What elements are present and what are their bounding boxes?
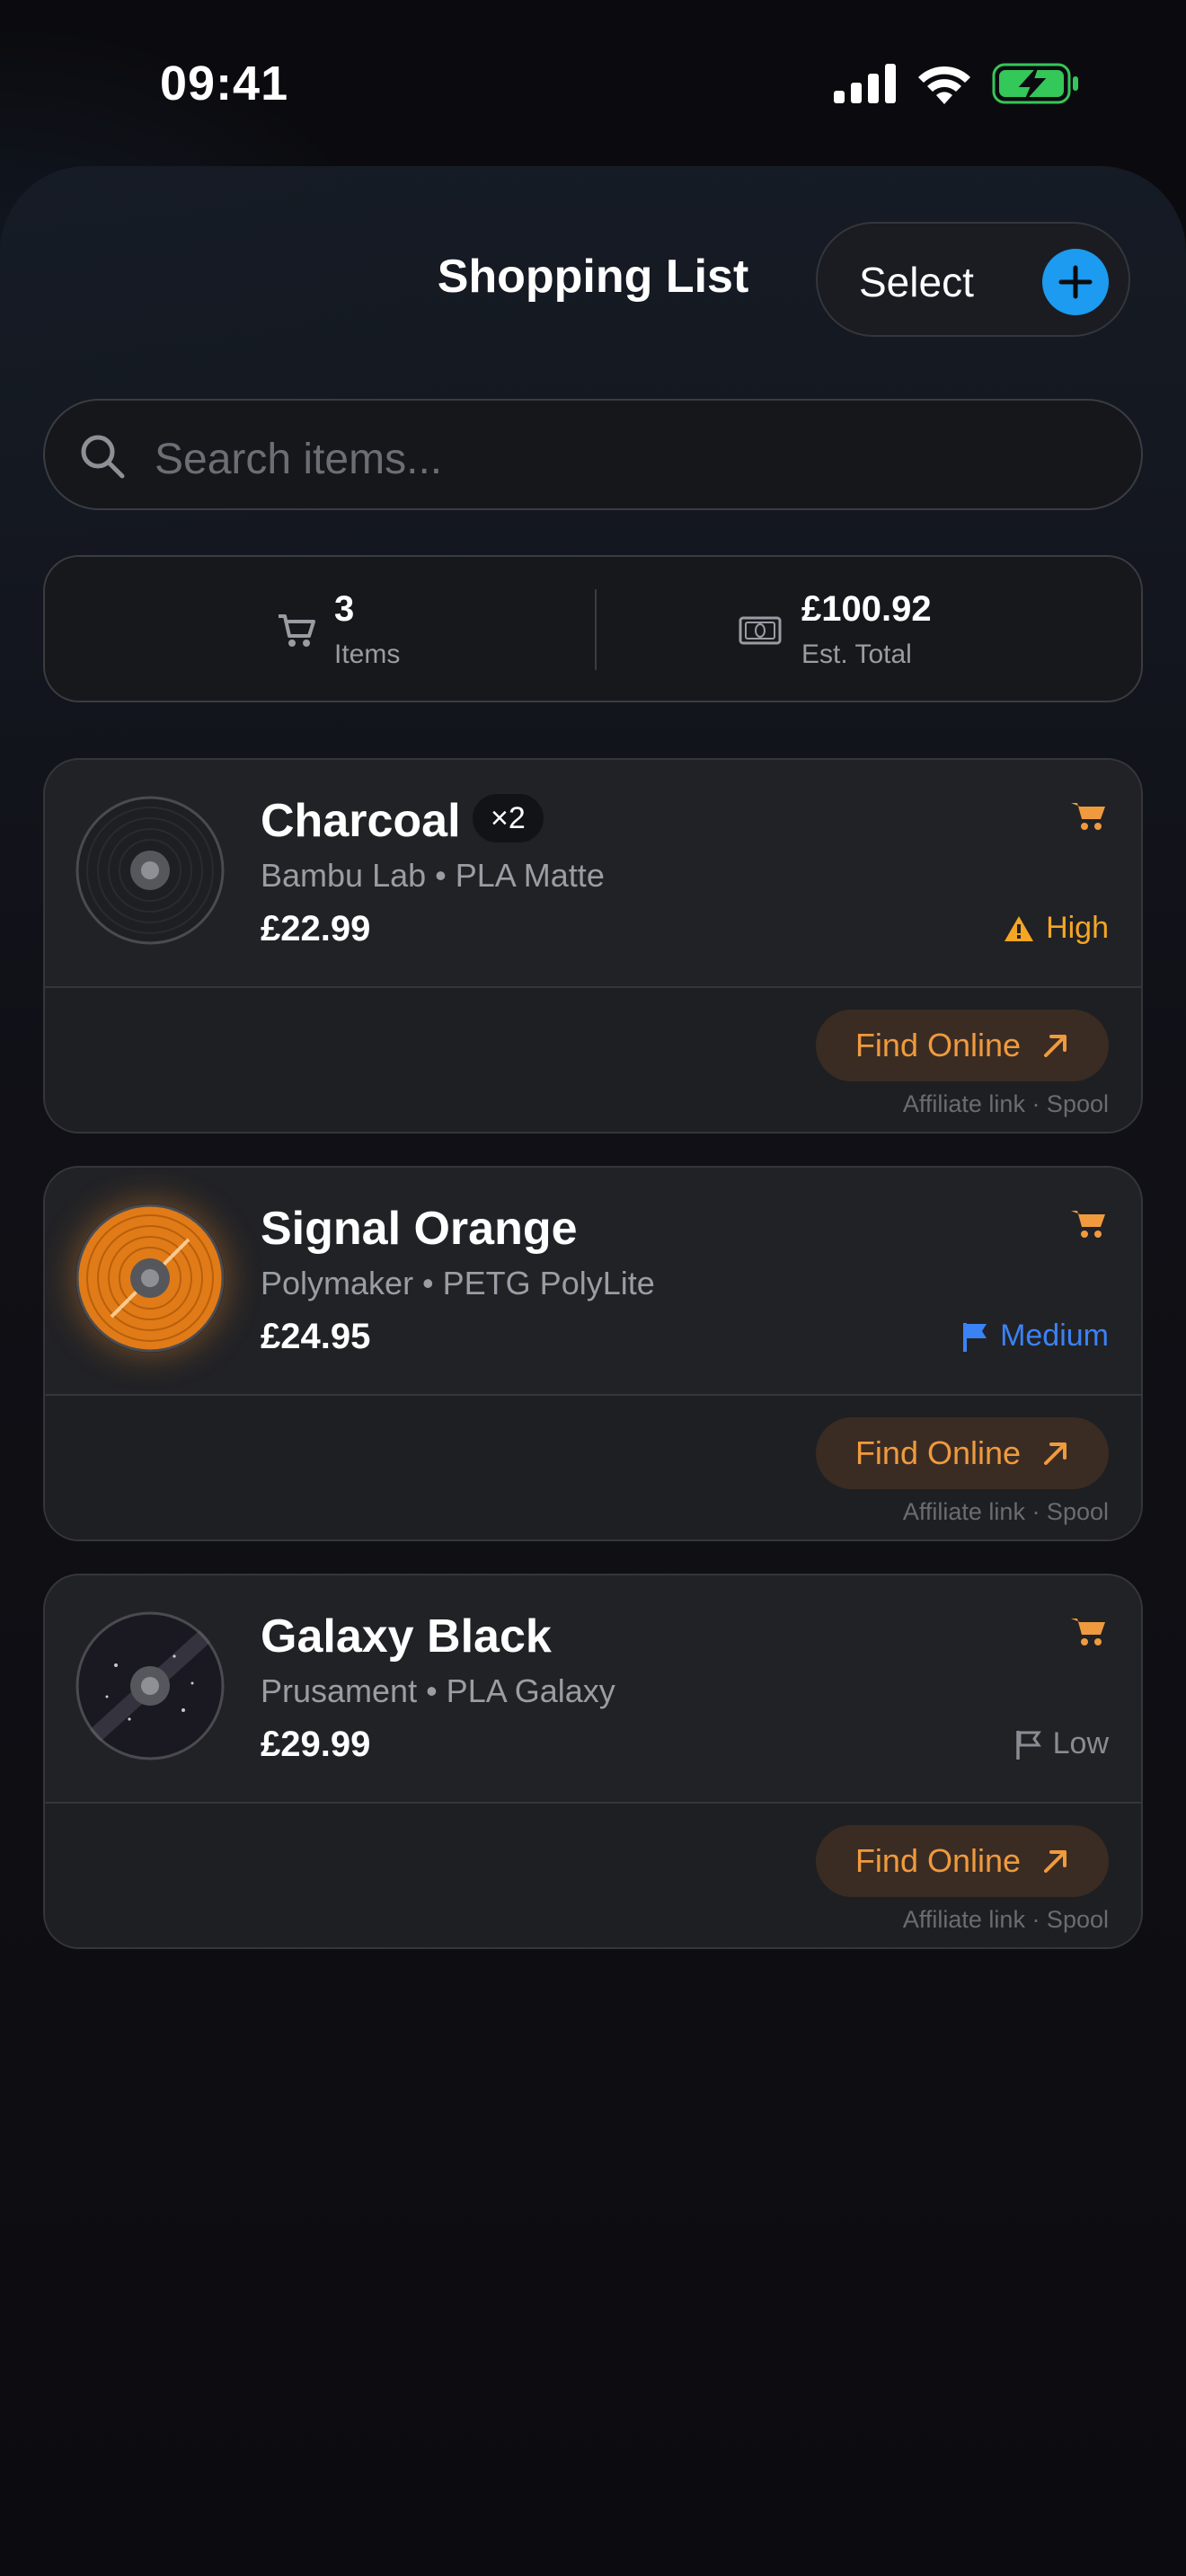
status-bar: 09:41: [0, 0, 1186, 171]
arrow-up-right-icon: [1044, 1850, 1067, 1873]
warning-icon: [1005, 915, 1034, 941]
card-footer: Find Online Affiliate link · Spool: [45, 1394, 1141, 1539]
cart-icon[interactable]: [1071, 1615, 1107, 1647]
priority-label: Medium: [1000, 1319, 1109, 1353]
item-brand-material: Prusament • PLA Galaxy: [261, 1672, 615, 1709]
find-online-button[interactable]: Find Online: [816, 1825, 1109, 1897]
flag-filled-icon: [963, 1322, 987, 1352]
cart-icon[interactable]: [1071, 799, 1107, 832]
item-brand-material: Polymaker • PETG PolyLite: [261, 1265, 655, 1301]
status-icons: [834, 63, 1080, 104]
battery-charging-icon: [992, 63, 1078, 104]
arrow-up-right-icon: [1044, 1035, 1067, 1057]
select-button[interactable]: Select: [859, 258, 974, 306]
priority-label: High: [1046, 911, 1109, 945]
search-icon: [81, 435, 125, 479]
list-item[interactable]: Galaxy Black Prusament • PLA Galaxy £29.…: [43, 1574, 1143, 1949]
item-price: £29.99: [261, 1725, 371, 1764]
total-block: £100.92 Est. Total: [801, 589, 932, 670]
priority-label: Low: [1052, 1726, 1109, 1760]
items-count-block: 3 Items: [334, 589, 400, 670]
priority-badge: Medium: [962, 1319, 1109, 1354]
arrow-up-right-icon: [1044, 1442, 1067, 1465]
items-count: 3: [334, 589, 355, 629]
quantity-badge: ×2: [473, 794, 544, 842]
card-footer: Find Online Affiliate link · Spool: [45, 1802, 1141, 1947]
add-item-button[interactable]: [1042, 249, 1109, 315]
total-label: Est. Total: [801, 640, 912, 669]
summary-divider: [595, 589, 597, 670]
affiliate-note: Affiliate link · Spool: [902, 1090, 1109, 1117]
affiliate-note: Affiliate link · Spool: [902, 1498, 1109, 1525]
find-online-label: Find Online: [854, 1027, 1022, 1063]
select-control: Select: [816, 222, 1130, 337]
items-label: Items: [334, 640, 401, 669]
find-online-label: Find Online: [854, 1842, 1022, 1879]
list-item[interactable]: Charcoal ×2 Bambu Lab • PLA Matte £22.99…: [43, 758, 1143, 1134]
cart-icon: [279, 614, 315, 647]
item-price: £24.95: [261, 1317, 371, 1356]
status-time: 09:41: [160, 57, 289, 110]
estimated-total: £100.92: [801, 589, 932, 629]
summary-card: 3 Items £100.92 Est. Total: [43, 555, 1143, 702]
spool-orange-icon: [75, 1204, 225, 1353]
find-online-button[interactable]: Find Online: [816, 1417, 1109, 1489]
affiliate-note: Affiliate link · Spool: [902, 1906, 1109, 1933]
card-footer: Find Online Affiliate link · Spool: [45, 986, 1141, 1132]
plus-icon: [1058, 265, 1093, 299]
find-online-button[interactable]: Find Online: [816, 1010, 1109, 1081]
wifi-icon: [918, 66, 970, 104]
banknote-icon: [739, 616, 782, 645]
item-brand-material: Bambu Lab • PLA Matte: [261, 857, 605, 894]
find-online-label: Find Online: [854, 1434, 1022, 1471]
spool-galaxy-icon: [75, 1611, 225, 1760]
search-input[interactable]: Search items...: [155, 435, 442, 484]
cart-icon[interactable]: [1071, 1207, 1107, 1239]
priority-badge: High: [1003, 911, 1109, 946]
spool-charcoal-icon: [75, 796, 225, 945]
item-name: Galaxy Black: [261, 1610, 552, 1663]
priority-badge: Low: [1015, 1726, 1109, 1761]
list-item[interactable]: Signal Orange Polymaker • PETG PolyLite …: [43, 1166, 1143, 1541]
item-name: Charcoal: [261, 795, 461, 847]
search-field[interactable]: Search items...: [43, 399, 1143, 510]
item-price: £22.99: [261, 909, 371, 948]
cellular-signal-icon: [834, 64, 896, 103]
flag-outline-icon: [1015, 1730, 1041, 1760]
item-name: Signal Orange: [261, 1203, 578, 1255]
